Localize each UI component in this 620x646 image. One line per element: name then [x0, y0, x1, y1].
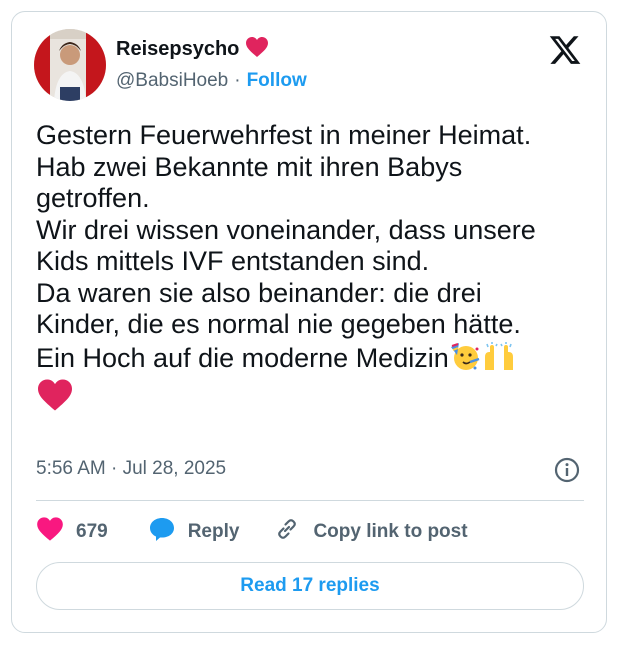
author-handle[interactable]: @BabsiHoeb	[116, 70, 228, 92]
action-bar: 679 Reply Copy link to post	[36, 516, 468, 548]
tweet-line: Ein Hoch auf die moderne Medizin	[36, 342, 449, 373]
author-display-name[interactable]: Reisepsycho	[116, 38, 239, 61]
reply-button[interactable]: Reply	[148, 516, 240, 548]
tweet-line: Hab zwei Bekannte mit ihren Babys	[36, 151, 463, 182]
x-logo-icon[interactable]	[548, 33, 582, 67]
tweet-timestamp[interactable]: 5:56 AM · Jul 28, 2025	[36, 458, 226, 480]
raised-hands-icon	[481, 341, 517, 379]
follow-button[interactable]: Follow	[247, 70, 307, 92]
copy-link-button[interactable]: Copy link to post	[273, 515, 468, 549]
red-heart-icon	[245, 36, 269, 63]
tweet-text: Gestern Feuerwehrfest in meiner Heimat. …	[36, 120, 596, 420]
tweet-line: Kinder, die es normal nie gegeben hätte.	[36, 309, 521, 339]
avatar[interactable]	[34, 29, 106, 101]
tweet-line: Gestern Feuerwehrfest in meiner Heimat.	[36, 120, 532, 150]
heart-icon	[36, 516, 64, 548]
tweet-line: Kids mittels IVF entstanden sind.	[36, 246, 430, 276]
tweet-line: getroffen.	[36, 183, 150, 213]
separator-dot: ·	[234, 70, 241, 91]
copy-link-label: Copy link to post	[313, 521, 468, 542]
divider	[36, 500, 584, 501]
like-count: 679	[76, 521, 108, 542]
partying-face-icon	[449, 341, 481, 379]
reply-bubble-icon	[148, 516, 176, 548]
tweet-line: Da waren sie also beinander: die drei	[36, 277, 482, 308]
author-name-row[interactable]: Reisepsycho	[116, 36, 269, 63]
red-heart-icon	[36, 378, 74, 420]
reply-label: Reply	[187, 521, 240, 542]
info-icon[interactable]	[554, 457, 580, 483]
read-replies-button[interactable]: Read 17 replies	[36, 562, 584, 610]
author-handle-row: @BabsiHoeb · Follow	[116, 70, 307, 92]
link-icon	[273, 515, 301, 549]
like-button[interactable]: 679	[36, 516, 108, 548]
tweet-line: Wir drei wissen voneinander, dass unsere	[36, 214, 536, 245]
